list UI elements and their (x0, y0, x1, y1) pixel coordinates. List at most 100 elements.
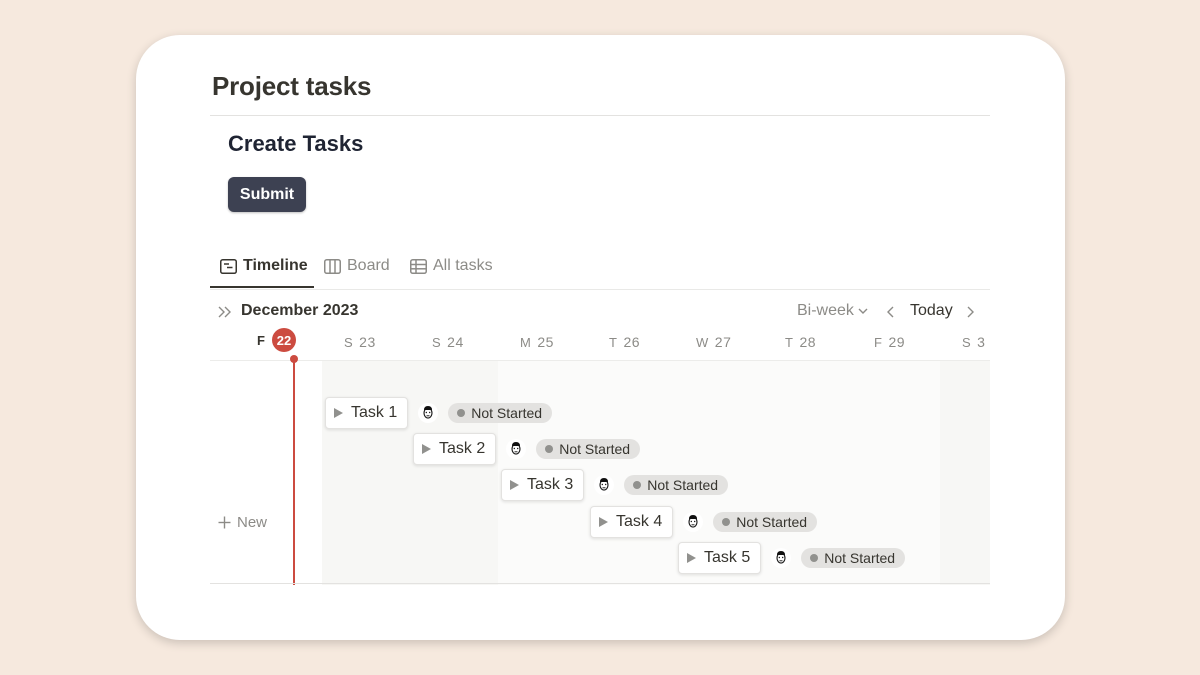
status-badge[interactable]: Not Started (536, 439, 641, 459)
triangle-right-icon[interactable] (687, 553, 696, 563)
day-header-row: F 22 S 23 S 24 M 25 T 26 W 27 T 28 F 29 S3 (210, 327, 990, 361)
task-name: Task 3 (527, 476, 574, 493)
status-dot (722, 518, 731, 526)
task-row: Task 4 Not Started (590, 506, 818, 538)
triangle-right-icon[interactable] (422, 444, 431, 454)
today-line-dot (290, 355, 298, 363)
day-number: 3 (977, 334, 986, 350)
grid-bottom-border (210, 583, 990, 584)
range-select-label: Bi-week (797, 302, 854, 319)
day-label: T 28 (785, 334, 816, 350)
day-label: T 26 (609, 334, 640, 350)
tab-all-tasks-label: All tasks (433, 257, 493, 274)
task-card[interactable]: Task 4 (590, 506, 674, 538)
new-task-button[interactable]: New (218, 514, 267, 531)
today-day-letter: F (257, 333, 265, 348)
active-tab-indicator (210, 286, 314, 288)
triangle-right-icon[interactable] (334, 408, 343, 418)
day-number: 29 (888, 334, 906, 350)
day-label: W 27 (696, 334, 731, 350)
task-card[interactable]: Task 2 (413, 433, 497, 465)
day-letter: S (344, 335, 354, 350)
chevron-left-icon[interactable] (886, 306, 894, 318)
person-face-icon (776, 551, 786, 564)
day-letter: W (696, 335, 709, 350)
tab-all-tasks[interactable]: All tasks (410, 257, 493, 289)
chevron-down-icon (858, 308, 868, 314)
status-label: Not Started (647, 477, 719, 493)
today-date-badge: 22 (272, 328, 296, 352)
day-label: S3 (962, 334, 985, 350)
avatar[interactable] (683, 512, 704, 532)
triangle-right-icon[interactable] (599, 517, 608, 527)
day-number: 28 (799, 334, 817, 350)
task-card[interactable]: Task 5 (678, 542, 762, 574)
task-row: Task 1 Not Started (325, 397, 553, 429)
day-letter: S (962, 335, 972, 350)
day-letter: S (432, 335, 442, 350)
avatar[interactable] (771, 548, 792, 568)
today-button[interactable]: Today (910, 302, 953, 320)
status-label: Not Started (559, 441, 631, 457)
person-face-icon (423, 406, 433, 419)
task-card[interactable]: Task 1 (325, 397, 409, 429)
status-badge[interactable]: Not Started (448, 403, 553, 423)
new-task-label: New (237, 514, 268, 531)
person-face-icon (511, 442, 521, 455)
status-label: Not Started (471, 405, 543, 421)
avatar[interactable] (506, 439, 527, 459)
triangle-right-icon[interactable] (510, 480, 519, 490)
chevron-right-icon[interactable] (967, 306, 975, 318)
task-card[interactable]: Task 3 (501, 469, 585, 501)
tab-board-label: Board (347, 257, 390, 274)
today-line (293, 357, 295, 585)
board-icon (324, 259, 341, 274)
day-label: M 25 (520, 334, 554, 350)
person-face-icon (688, 515, 698, 528)
day-number: 26 (623, 334, 641, 350)
day-label: F 29 (874, 334, 905, 350)
day-label: S 24 (432, 334, 464, 350)
double-chevron-right-icon[interactable] (218, 306, 232, 318)
day-number: 23 (359, 334, 376, 350)
status-dot (457, 409, 466, 417)
day-number: 25 (537, 334, 554, 350)
avatar[interactable] (418, 403, 439, 423)
plus-icon (218, 516, 231, 529)
status-label: Not Started (736, 514, 808, 530)
status-badge[interactable]: Not Started (801, 548, 906, 568)
status-dot (633, 481, 642, 489)
status-badge[interactable]: Not Started (713, 512, 818, 532)
tab-board[interactable]: Board (324, 257, 390, 289)
range-select[interactable]: Bi-week (797, 302, 868, 320)
task-name: Task 5 (704, 549, 751, 566)
task-name: Task 4 (616, 513, 663, 530)
status-dot (810, 554, 819, 562)
avatar[interactable] (594, 475, 615, 495)
day-number: 27 (714, 334, 732, 350)
weekend-band (940, 360, 990, 585)
weekend-band (322, 360, 498, 585)
tab-timeline[interactable]: Timeline (220, 257, 308, 289)
status-badge[interactable]: Not Started (624, 475, 729, 495)
timeline-header: December 2023 Bi-week Today (210, 297, 990, 327)
task-row: Task 3 Not Started (501, 469, 729, 501)
month-label: December 2023 (241, 302, 359, 319)
day-letter: F (874, 335, 883, 350)
day-label: S 23 (344, 334, 376, 350)
project-card: Project tasks Create Tasks Submit Timeli… (136, 35, 1065, 640)
status-dot (545, 445, 554, 453)
submit-button[interactable]: Submit (228, 177, 306, 212)
person-face-icon (599, 478, 609, 491)
view-tabs: Timeline Board All tasks (210, 249, 990, 290)
page-title: Project tasks (212, 71, 372, 101)
timeline-icon (220, 259, 237, 274)
day-letter: M (520, 335, 532, 350)
tab-timeline-label: Timeline (243, 257, 308, 274)
task-name: Task 1 (351, 404, 398, 421)
timeline-grid: F 22 S 23 S 24 M 25 T 26 W 27 T 28 F 29 S3 Task… (210, 327, 990, 585)
task-name: Task 2 (439, 440, 486, 457)
day-letter: T (609, 335, 618, 350)
day-letter: T (785, 335, 794, 350)
form-title: Create Tasks (228, 131, 364, 156)
